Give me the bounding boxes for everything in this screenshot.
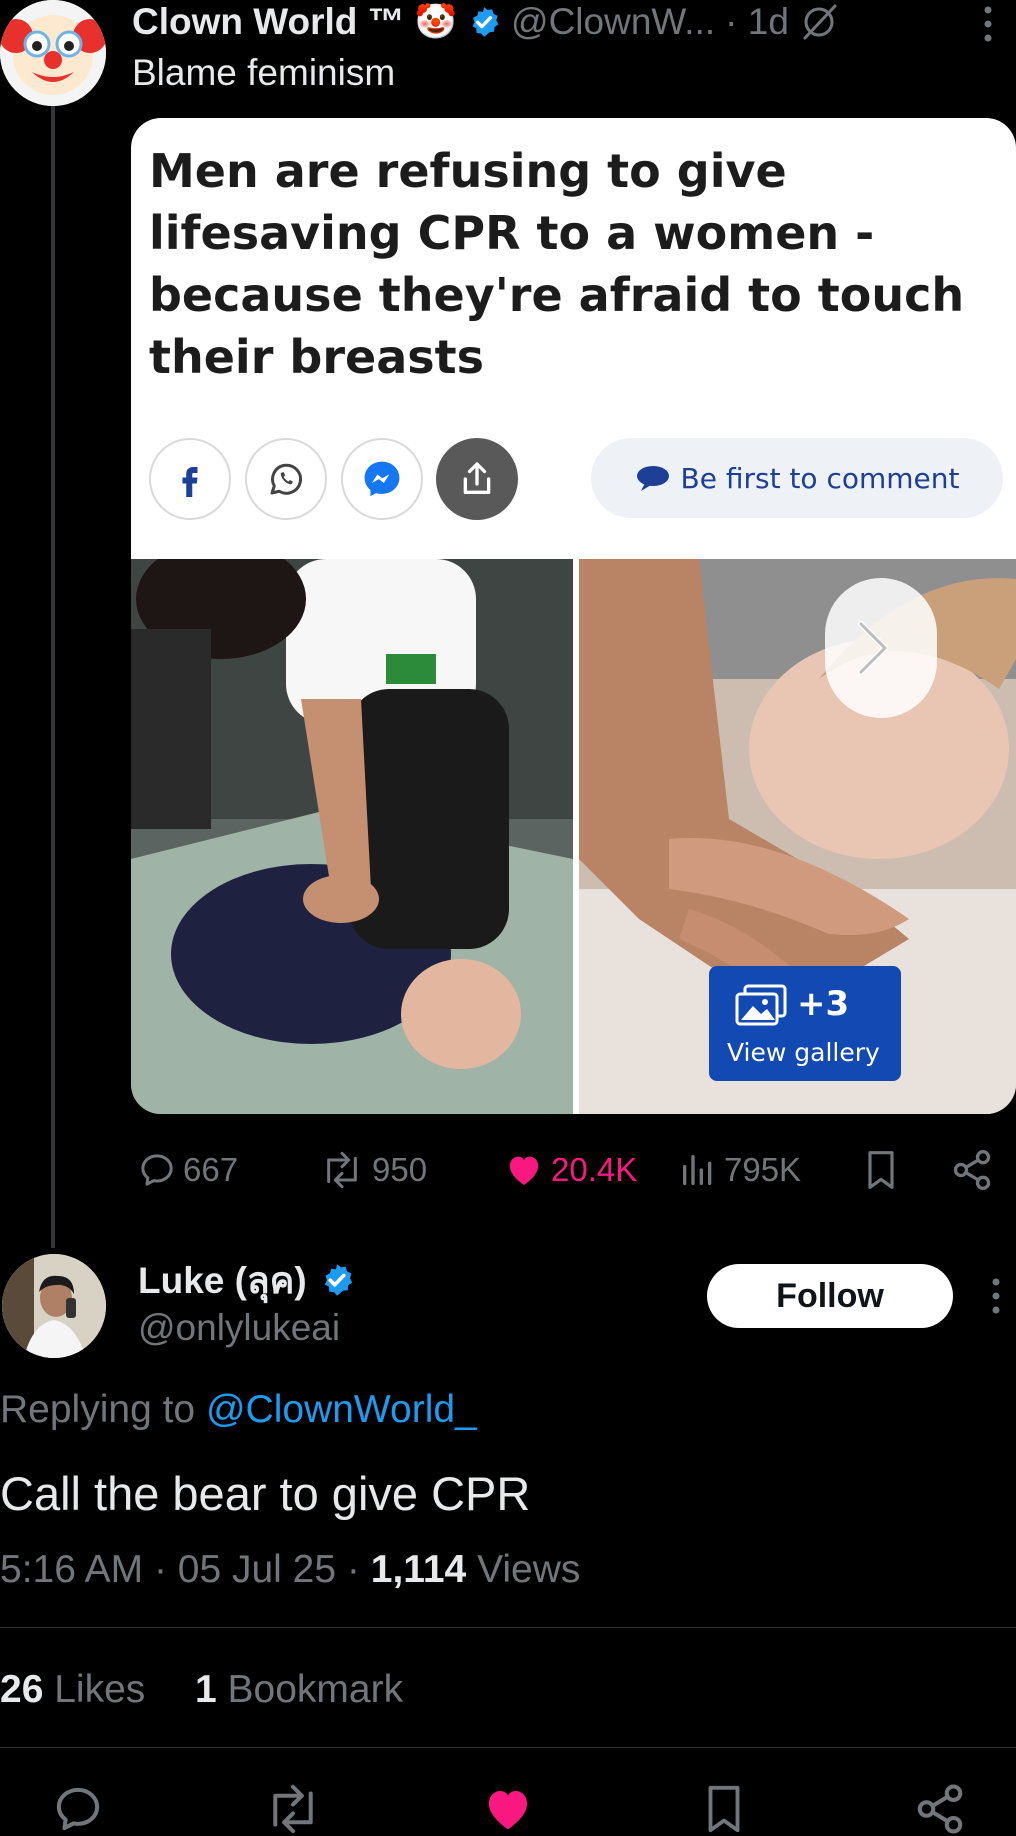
- clown-world-avatar[interactable]: [0, 0, 106, 106]
- bookmarks-label: Bookmark: [227, 1668, 404, 1711]
- reply-time: 5:16 AM: [0, 1548, 144, 1591]
- reply-icon: [141, 1154, 173, 1186]
- author-handle[interactable]: @ClownW...: [511, 1, 715, 43]
- gallery-count: +3: [797, 984, 850, 1024]
- repost-icon[interactable]: [262, 1782, 324, 1836]
- reply-author-handle[interactable]: @onlylukeai: [138, 1307, 340, 1349]
- like-action[interactable]: 20.4K: [503, 1148, 637, 1192]
- messenger-icon: [364, 461, 400, 497]
- luke-avatar[interactable]: [2, 1254, 106, 1358]
- view-gallery-button[interactable]: +3 View gallery: [709, 966, 901, 1081]
- thread-line: [51, 100, 55, 1248]
- verified-badge-icon: [324, 1264, 352, 1296]
- comment-button[interactable]: Be first to comment: [591, 438, 1003, 518]
- tweet-time[interactable]: · 1d: [725, 1, 789, 43]
- tweet-text: Blame feminism: [132, 52, 396, 93]
- likes-label: Likes: [54, 1668, 146, 1711]
- gallery-label: View gallery: [727, 1038, 880, 1067]
- reply-icon[interactable]: [50, 1782, 106, 1836]
- luke-photo: [2, 1254, 106, 1358]
- reply-views-label: Views: [477, 1548, 581, 1591]
- clown-emoji-icon: 🤡: [414, 3, 458, 41]
- reply-author-name[interactable]: Luke (ลุค): [138, 1251, 307, 1310]
- repost-action[interactable]: 950: [318, 1148, 427, 1192]
- reply-text: Call the bear to give CPR: [0, 1467, 531, 1520]
- follow-button[interactable]: Follow: [707, 1264, 953, 1328]
- tweet-header: Clown World ™ 🤡 @ClownW... · 1d: [132, 0, 839, 44]
- more-icon[interactable]: [980, 4, 996, 44]
- reply-stats: 26 Likes 1 Bookmark: [0, 1668, 403, 1712]
- replying-to: Replying to @ClownWorld_: [0, 1388, 477, 1432]
- cpr-photo-left[interactable]: [131, 559, 573, 1114]
- whatsapp-share-button[interactable]: [245, 438, 327, 520]
- more-icon[interactable]: [988, 1276, 1004, 1316]
- bookmark-icon[interactable]: [862, 1148, 900, 1192]
- share-icon[interactable]: [950, 1148, 994, 1192]
- heart-icon: [509, 1156, 539, 1185]
- separator-dot: ·: [153, 1548, 167, 1591]
- facebook-icon: [182, 467, 198, 497]
- share-button[interactable]: [436, 438, 518, 520]
- facebook-share-button[interactable]: [149, 438, 231, 520]
- divider: [0, 1747, 1016, 1748]
- reply-date: 05 Jul 25: [177, 1548, 337, 1591]
- repost-count: 950: [372, 1151, 428, 1188]
- divider: [0, 1627, 1016, 1628]
- card-headline: Men are refusing to give lifesaving CPR …: [149, 144, 965, 384]
- reply-header: Luke (ลุค): [138, 1256, 355, 1304]
- cpr-training-photo: [131, 559, 573, 1114]
- next-image-button[interactable]: [825, 578, 937, 718]
- replying-to-prefix: Replying to: [0, 1388, 196, 1431]
- views-icon: [683, 1155, 712, 1185]
- messenger-share-button[interactable]: [341, 438, 423, 520]
- heart-icon[interactable]: [480, 1782, 536, 1836]
- like-count: 20.4K: [551, 1151, 638, 1188]
- bookmark-icon[interactable]: [700, 1782, 748, 1836]
- bookmarks-count: 1: [194, 1668, 217, 1711]
- reply-views-count: 1,114: [370, 1548, 467, 1591]
- likes-stat[interactable]: 26 Likes: [0, 1668, 156, 1711]
- chevron-right-icon: [858, 621, 888, 675]
- share-icon: [463, 462, 491, 494]
- whatsapp-icon: [270, 463, 302, 495]
- reply-count: 667: [183, 1151, 239, 1188]
- mute-icon: [803, 4, 837, 40]
- gallery-icon: [735, 984, 787, 1026]
- bookmarks-stat[interactable]: 1 Bookmark: [195, 1668, 403, 1711]
- replying-to-handle[interactable]: @ClownWorld_: [206, 1388, 477, 1431]
- verified-badge-icon: [472, 7, 499, 37]
- reply-action[interactable]: 667: [137, 1148, 238, 1192]
- repost-icon: [327, 1151, 357, 1189]
- separator-dot: ·: [346, 1548, 360, 1591]
- views-action[interactable]: 795K: [678, 1148, 801, 1192]
- likes-count: 26: [0, 1668, 44, 1711]
- author-name[interactable]: Clown World ™: [132, 1, 405, 43]
- reply-meta: 5:16 AM · 05 Jul 25 · 1,114 Views: [0, 1548, 580, 1592]
- chat-bubble-icon: [636, 466, 669, 491]
- share-icon[interactable]: [912, 1782, 968, 1836]
- views-count: 795K: [724, 1151, 802, 1188]
- comment-label: Be first to comment: [680, 461, 960, 495]
- clown-face-icon: [0, 0, 106, 106]
